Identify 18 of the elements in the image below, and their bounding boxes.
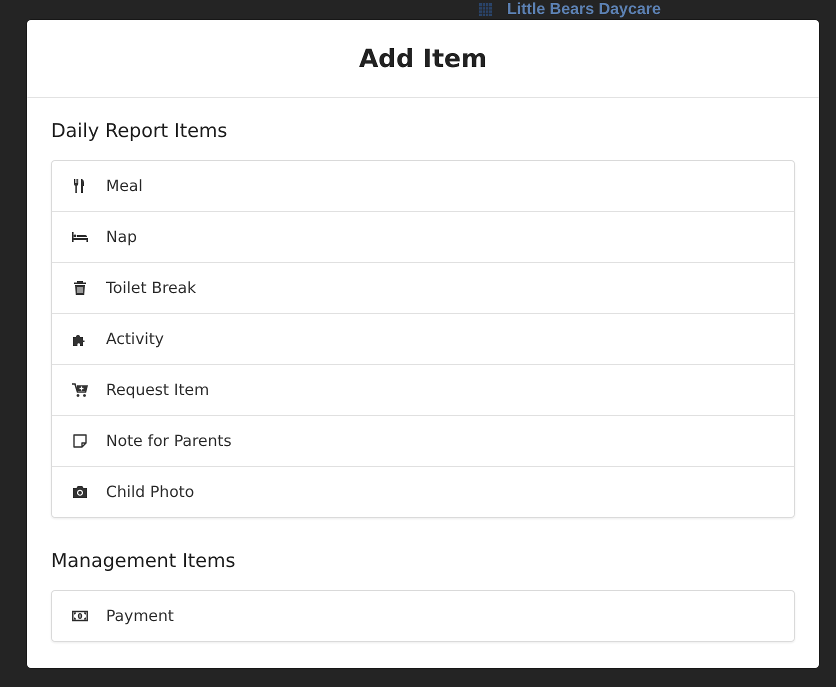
banknote-icon (72, 608, 88, 624)
list-item[interactable]: Payment (52, 591, 794, 641)
trash-icon (72, 280, 88, 296)
section-heading: Daily Report Items (51, 120, 228, 142)
list-item[interactable]: Nap (52, 211, 794, 262)
list-item[interactable]: Request Item (52, 364, 794, 415)
list-item[interactable]: Activity (52, 313, 794, 364)
bed-icon (72, 229, 88, 245)
list-item[interactable]: Toilet Break (52, 262, 794, 313)
note-icon (72, 433, 88, 449)
list-item[interactable]: Child Photo (52, 466, 794, 517)
cart-icon (72, 382, 88, 398)
modal-title: Add Item (358, 44, 488, 73)
section-heading: Management Items (51, 550, 236, 572)
daycare-title: Little Bears Daycare (507, 0, 661, 18)
list-item[interactable]: Note for Parents (52, 415, 794, 466)
list-item[interactable]: Meal (52, 161, 794, 211)
camera-icon (72, 484, 88, 500)
